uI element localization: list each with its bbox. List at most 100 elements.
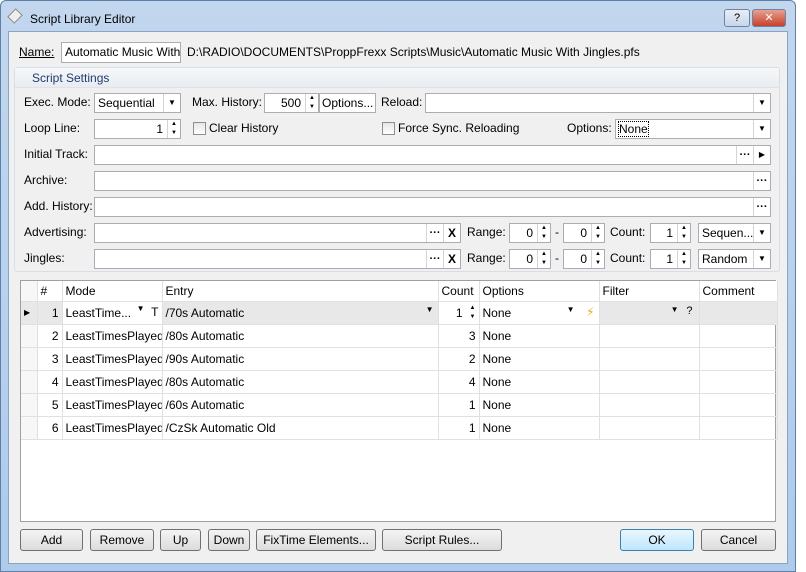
options-button[interactable]: Options... <box>319 93 376 113</box>
cell-mode[interactable]: LeastTimesPlayed <box>62 370 163 394</box>
col-entry[interactable]: Entry <box>162 281 439 302</box>
jingles-input[interactable]: ··· X <box>94 249 461 269</box>
chevron-down-icon[interactable]: ▼ <box>137 304 145 313</box>
spinner-arrows-icon[interactable]: ▲ ▼ <box>677 250 690 268</box>
spinner-arrows-icon[interactable]: ▲ ▼ <box>677 224 690 242</box>
t-button[interactable]: T <box>151 305 158 319</box>
cell-options[interactable]: None <box>479 393 600 417</box>
jingles-range-from[interactable]: 0 ▲ ▼ <box>509 249 551 269</box>
initial-track-input[interactable]: ··· ▶ <box>94 145 771 165</box>
chevron-down-icon[interactable]: ▼ <box>426 305 434 314</box>
advertising-input[interactable]: ··· X <box>94 223 461 243</box>
cell-filter[interactable] <box>599 416 700 440</box>
cell-entry[interactable]: /CzSk Automatic Old <box>162 416 439 440</box>
cell-entry[interactable]: /60s Automatic <box>162 393 439 417</box>
table-row[interactable]: 2 LeastTimesPlayed /80s Automatic 3 None <box>21 324 778 348</box>
cell-options[interactable]: None <box>479 370 600 394</box>
cell-count[interactable]: 1 <box>438 416 480 440</box>
spinner-arrows-icon[interactable]: ▲ ▼ <box>305 94 318 112</box>
cell-comment[interactable] <box>699 347 778 371</box>
table-row[interactable]: 4 LeastTimesPlayed /80s Automatic 4 None <box>21 370 778 394</box>
spinner-arrows-icon[interactable]: ▲ ▼ <box>167 120 180 138</box>
ok-button[interactable]: OK <box>620 529 694 551</box>
cell-comment[interactable] <box>699 393 778 417</box>
cell-comment[interactable] <box>699 416 778 440</box>
cell-entry[interactable]: /90s Automatic <box>162 347 439 371</box>
clear-button[interactable]: X <box>443 224 460 242</box>
lightning-icon[interactable]: ⚡ <box>586 305 594 319</box>
chevron-down-icon[interactable]: ▼ <box>671 305 679 314</box>
name-input[interactable]: Automatic Music With Ji <box>61 42 181 63</box>
cell-options[interactable]: None ▼ ⚡ <box>479 301 600 325</box>
cell-count[interactable]: 1 <box>438 393 480 417</box>
help-button[interactable]: ? <box>724 9 750 27</box>
cell-filter[interactable] <box>599 393 700 417</box>
cell-options[interactable]: None <box>479 416 600 440</box>
cancel-button[interactable]: Cancel <box>701 529 776 551</box>
chevron-down-icon[interactable]: ▼ <box>567 305 575 314</box>
table-row[interactable]: 5 LeastTimesPlayed /60s Automatic 1 None <box>21 393 778 417</box>
cell-count[interactable]: 3 <box>438 324 480 348</box>
cell-options[interactable]: None <box>479 324 600 348</box>
cell-mode[interactable]: LeastTime... ▼ T <box>62 301 163 325</box>
col-mode[interactable]: Mode <box>62 281 163 302</box>
table-row[interactable]: ▶ 1 LeastTime... ▼ T /70s Automatic ▼ 1 ▲ ▼ N… <box>21 301 778 325</box>
spinner-arrows-icon[interactable]: ▲ ▼ <box>537 250 550 268</box>
advertising-count[interactable]: 1 ▲ ▼ <box>650 223 691 243</box>
cell-filter[interactable] <box>599 324 700 348</box>
cell-filter[interactable] <box>599 370 700 394</box>
browse-button[interactable]: ··· <box>736 146 753 164</box>
cell-filter[interactable] <box>599 347 700 371</box>
table-row[interactable]: 3 LeastTimesPlayed /90s Automatic 2 None <box>21 347 778 371</box>
max-history-spinner[interactable]: 500 ▲ ▼ <box>264 93 319 113</box>
spinner-arrows-icon[interactable]: ▲ ▼ <box>470 304 476 322</box>
cell-count[interactable]: 2 <box>438 347 480 371</box>
spinner-arrows-icon[interactable]: ▲ ▼ <box>591 250 604 268</box>
add-history-input[interactable]: ··· <box>94 197 771 217</box>
cell-filter[interactable]: ▼? <box>599 301 700 325</box>
spinner-arrows-icon[interactable]: ▲ ▼ <box>537 224 550 242</box>
cell-comment[interactable] <box>699 324 778 348</box>
browse-button[interactable]: ··· <box>753 172 770 190</box>
advertising-mode-select[interactable]: Sequen... ▼ <box>698 223 771 243</box>
spinner-arrows-icon[interactable]: ▲ ▼ <box>591 224 604 242</box>
cell-comment[interactable] <box>699 301 778 325</box>
add-button[interactable]: Add <box>20 529 83 551</box>
col-comment[interactable]: Comment <box>699 281 778 302</box>
col-count[interactable]: Count <box>438 281 480 302</box>
jingles-count[interactable]: 1 ▲ ▼ <box>650 249 691 269</box>
loop-line-spinner[interactable]: 1 ▲ ▼ <box>94 119 181 139</box>
cell-mode[interactable]: LeastTimesPlayed <box>62 416 163 440</box>
force-sync-checkbox[interactable] <box>382 122 395 135</box>
jingles-mode-select[interactable]: Random ▼ <box>698 249 771 269</box>
browse-button[interactable]: ··· <box>426 250 443 268</box>
archive-input[interactable]: ··· <box>94 171 771 191</box>
cell-entry[interactable]: /70s Automatic ▼ <box>162 301 439 325</box>
col-number[interactable]: # <box>37 281 63 302</box>
clear-history-checkbox[interactable] <box>193 122 206 135</box>
advertising-range-from[interactable]: 0 ▲ ▼ <box>509 223 551 243</box>
clear-button[interactable]: X <box>443 250 460 268</box>
cell-entry[interactable]: /80s Automatic <box>162 370 439 394</box>
table-row[interactable]: 6 LeastTimesPlayed /CzSk Automatic Old 1… <box>21 416 778 440</box>
down-button[interactable]: Down <box>208 529 250 551</box>
cell-entry[interactable]: /80s Automatic <box>162 324 439 348</box>
advertising-range-to[interactable]: 0 ▲ ▼ <box>563 223 605 243</box>
cell-comment[interactable] <box>699 370 778 394</box>
options-select[interactable]: None ▼ <box>615 119 771 139</box>
cell-count[interactable]: 1 ▲ ▼ <box>438 301 480 325</box>
cell-count[interactable]: 4 <box>438 370 480 394</box>
script-rules-button[interactable]: Script Rules... <box>382 529 502 551</box>
browse-button[interactable]: ··· <box>426 224 443 242</box>
remove-button[interactable]: Remove <box>90 529 154 551</box>
help-button[interactable]: ? <box>686 305 692 317</box>
exec-mode-select[interactable]: Sequential ▼ <box>94 93 181 113</box>
entries-grid[interactable]: # Mode Entry Count Options Filter Commen… <box>20 280 778 522</box>
play-icon[interactable]: ▶ <box>753 146 770 164</box>
fixtime-elements-button[interactable]: FixTime Elements... <box>256 529 376 551</box>
cell-options[interactable]: None <box>479 347 600 371</box>
col-options[interactable]: Options <box>479 281 600 302</box>
cell-mode[interactable]: LeastTimesPlayed <box>62 347 163 371</box>
reload-select[interactable]: ▼ <box>425 93 771 113</box>
col-filter[interactable]: Filter <box>599 281 700 302</box>
